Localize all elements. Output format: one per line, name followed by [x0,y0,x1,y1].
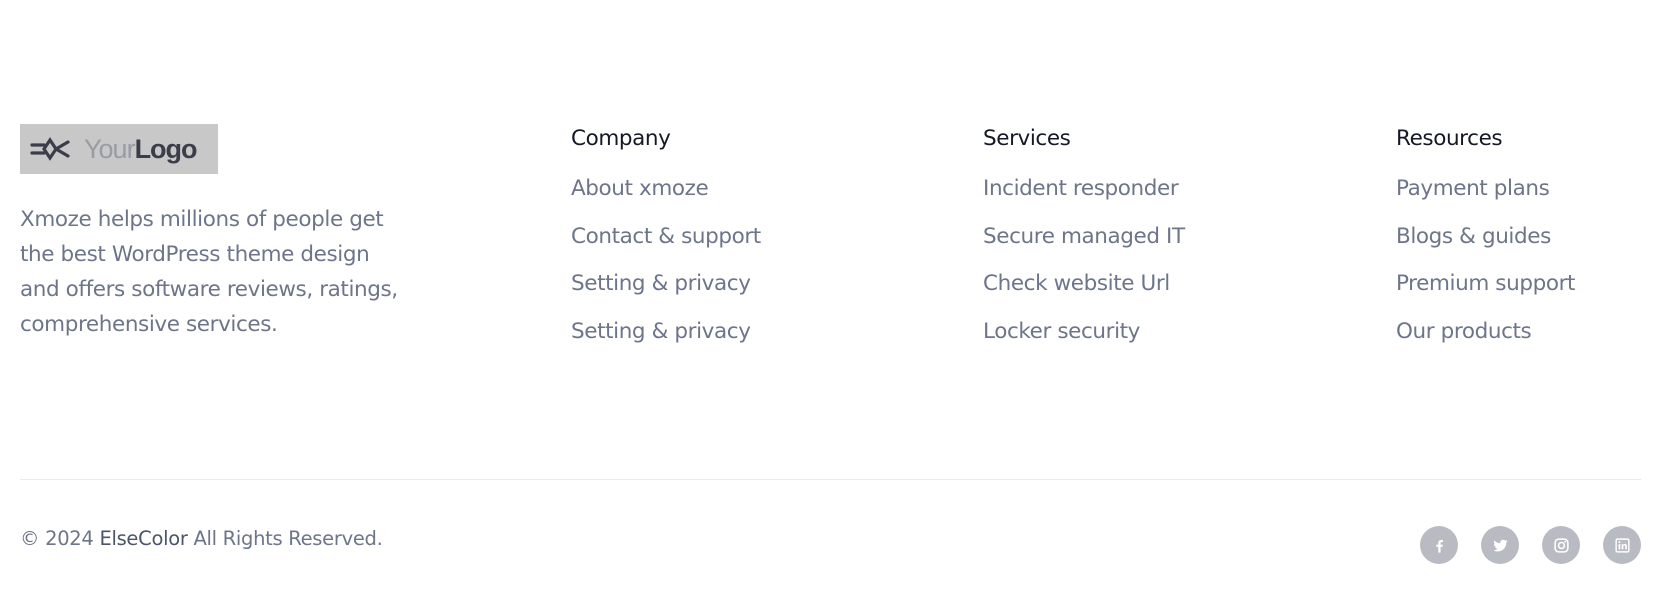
footer-link-privacy[interactable]: Setting & privacy [571,269,761,299]
logo-text-your: Your [84,133,136,164]
footer-column-company: Company About xmoze Contact & support Se… [571,124,761,364]
footer-link-premium[interactable]: Premium support [1396,269,1575,299]
logo-wordmark: YourLogo [84,133,198,164]
copyright-prefix: © 2024 [20,527,94,550]
facebook-button[interactable] [1420,526,1458,564]
footer-link-managed-it[interactable]: Secure managed IT [983,222,1185,252]
footer-link-privacy-2[interactable]: Setting & privacy [571,317,761,347]
footer-column-resources: Resources Payment plans Blogs & guides P… [1396,124,1575,364]
link-list: About xmoze Contact & support Setting & … [571,174,761,347]
copyright: © 2024 ElseColor All Rights Reserved. [20,527,383,550]
instagram-icon [1553,537,1569,553]
footer-link-locker[interactable]: Locker security [983,317,1185,347]
footer-link-incident[interactable]: Incident responder [983,174,1185,204]
site-footer: YourLogo Xmoze helps millions of people … [0,0,1658,605]
logo[interactable]: YourLogo [20,124,218,174]
footer-divider [20,479,1641,480]
footer-link-about[interactable]: About xmoze [571,174,761,204]
logo-text-logo: Logo [134,133,198,164]
footer-brand: YourLogo Xmoze helps millions of people … [20,124,400,342]
instagram-button[interactable] [1542,526,1580,564]
copyright-suffix: All Rights Reserved. [193,527,383,550]
twitter-button[interactable] [1481,526,1519,564]
company-name: ElseColor [99,527,188,550]
footer-link-contact[interactable]: Contact & support [571,222,761,252]
social-links [1420,526,1641,564]
link-list: Incident responder Secure managed IT Che… [983,174,1185,347]
linkedin-button[interactable] [1603,526,1641,564]
footer-link-blogs[interactable]: Blogs & guides [1396,222,1575,252]
facebook-icon [1435,539,1443,553]
logo-mark-icon [30,137,70,161]
footer-link-products[interactable]: Our products [1396,317,1575,347]
brand-description: Xmoze helps millions of people get the b… [20,207,398,337]
link-list: Payment plans Blogs & guides Premium sup… [1396,174,1575,347]
twitter-icon [1492,539,1508,551]
column-title: Services [983,126,1071,151]
column-title: Resources [1396,126,1503,151]
footer-link-check-url[interactable]: Check website Url [983,269,1185,299]
column-title: Company [571,126,671,151]
footer-column-services: Services Incident responder Secure manag… [983,124,1185,364]
footer-link-payment[interactable]: Payment plans [1396,174,1575,204]
linkedin-icon [1614,537,1630,553]
